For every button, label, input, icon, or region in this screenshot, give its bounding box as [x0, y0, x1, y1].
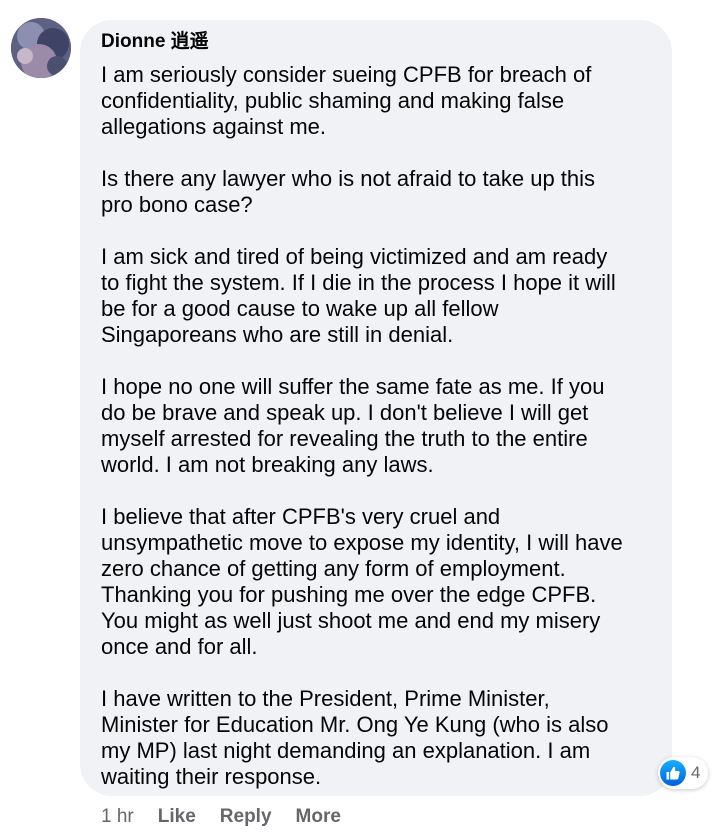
comment-line: pro bono case?: [101, 192, 253, 217]
comment-line: I have written to the President, Prime M…: [101, 686, 550, 711]
comment-line: once and for all.: [101, 634, 258, 659]
comment-paragraph: I am sick and tired of being victimized …: [101, 244, 652, 348]
comment-line: Is there any lawyer who is not afraid to…: [101, 166, 596, 191]
reaction-count: 4: [691, 763, 701, 782]
comment-paragraph: I am seriously consider sueing CPFB for …: [101, 62, 652, 140]
comment-line: I am seriously consider sueing CPFB for …: [101, 62, 592, 87]
comment-line: allegations against me.: [101, 114, 327, 139]
comment-line: Singaporeans who are still in denial.: [101, 322, 454, 347]
comment-line: waiting their response.: [101, 764, 322, 789]
comment: Dionne 逍遥 I am seriously consider sueing…: [0, 0, 719, 838]
comment-line: I am sick and tired of being victimized …: [101, 244, 608, 269]
comment-line: be for a good cause to wake up all fello…: [101, 296, 499, 321]
comment-line: confidentiality, public shaming and maki…: [101, 88, 565, 113]
comment-line: unsympathetic move to expose my identity…: [101, 530, 623, 555]
comment-paragraph: I believe that after CPFB's very cruel a…: [101, 504, 652, 660]
reply-button[interactable]: Reply: [220, 806, 272, 828]
comment-line: myself arrested for revealing the truth …: [101, 426, 588, 451]
avatar[interactable]: [11, 18, 71, 78]
comment-line: world. I am not breaking any laws.: [101, 452, 434, 477]
comment-line: I hope no one will suffer the same fate …: [101, 374, 605, 399]
comment-line: You might as well just shoot me and end …: [101, 608, 601, 633]
comment-bubble: Dionne 逍遥 I am seriously consider sueing…: [80, 20, 672, 796]
comment-paragraph: I have written to the President, Prime M…: [101, 686, 652, 790]
comment-line: Minister for Education Mr. Ong Ye Kung (…: [101, 712, 609, 737]
comment-line: I believe that after CPFB's very cruel a…: [101, 504, 501, 529]
comment-line: to fight the system. If I die in the pro…: [101, 270, 616, 295]
comment-line: Thanking you for pushing me over the edg…: [101, 582, 597, 607]
comment-paragraph: Is there any lawyer who is not afraid to…: [101, 166, 652, 218]
more-button[interactable]: More: [296, 806, 341, 828]
timestamp-link[interactable]: 1 hr: [101, 806, 134, 828]
comment-actions: 1 hr Like Reply More: [101, 806, 365, 828]
comment-line: zero chance of getting any form of emplo…: [101, 556, 566, 581]
like-icon: [660, 760, 686, 786]
avatar-image: [11, 18, 71, 78]
comment-paragraph: I hope no one will suffer the same fate …: [101, 374, 652, 478]
reaction-summary[interactable]: 4: [658, 757, 709, 789]
comment-line: do be brave and speak up. I don't believ…: [101, 400, 589, 425]
comment-text: I am seriously consider sueing CPFB for …: [101, 62, 652, 790]
comment-line: my MP) last night demanding an explanati…: [101, 738, 591, 763]
author-name[interactable]: Dionne 逍遥: [101, 30, 652, 58]
like-button[interactable]: Like: [158, 806, 196, 828]
